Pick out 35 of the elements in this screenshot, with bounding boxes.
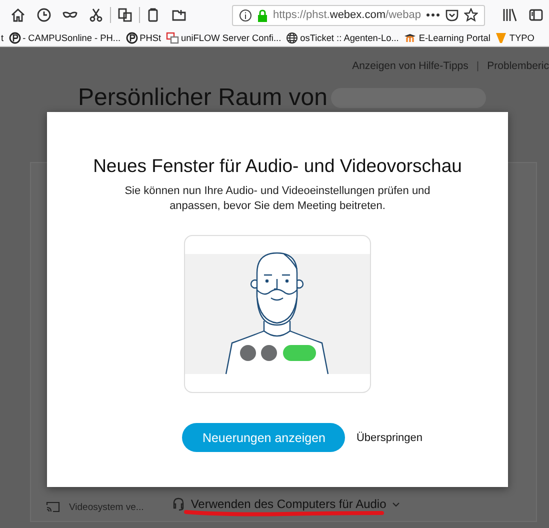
history-icon[interactable]	[36, 7, 52, 23]
url-text: https://phst.webex.com/webap	[273, 9, 421, 21]
circle-p-icon	[8, 32, 21, 44]
cut-icon[interactable]	[88, 7, 104, 23]
headset-icon	[172, 497, 185, 511]
bookmark-item[interactable]: TYPO	[494, 32, 536, 44]
chevron-down-icon	[392, 502, 400, 506]
mortarboard-icon	[404, 32, 417, 44]
bookmark-item[interactable]: osTicket :: Agenten-Lo...	[285, 32, 400, 44]
lock-icon	[257, 8, 268, 22]
circle-p-icon	[126, 32, 138, 44]
dialog-description: Sie können nun Ihre Audio- und Videoeinstellungen prüfen und anpassen, bevor Sie dem Meeting beitreten.	[124, 184, 432, 214]
cast-icon	[46, 501, 60, 513]
star-icon[interactable]	[464, 8, 478, 22]
skip-link[interactable]: Überspringen	[356, 430, 423, 446]
home-icon[interactable]	[10, 7, 26, 23]
copy-icon[interactable]	[116, 7, 132, 23]
sidebar-icon[interactable]	[528, 7, 544, 23]
bookmark-item[interactable]: t	[0, 33, 5, 43]
bookmark-item[interactable]: - CAMPUSonline - PH...	[8, 32, 122, 44]
bookmark-item[interactable]: PHSt	[124, 32, 162, 44]
bookmark-item[interactable]: E-Learning Portal	[402, 32, 492, 44]
tiles-icon	[166, 32, 180, 44]
page-title: Persönlicher Raum von	[78, 84, 328, 112]
address-bar[interactable]: https://phst.webex.com/webap	[232, 4, 485, 26]
info-icon	[239, 8, 252, 22]
dialog-title: Neues Fenster für Audio- und Videovorschau	[93, 155, 462, 177]
library-icon[interactable]	[502, 7, 518, 23]
link-divider: |	[475, 60, 480, 72]
cone-icon	[495, 32, 508, 44]
folder-icon[interactable]	[171, 7, 187, 23]
pocket-icon[interactable]	[445, 8, 459, 22]
globe-icon	[286, 32, 298, 44]
bookmark-item[interactable]: uniFLOW Server Confi...	[165, 32, 282, 44]
more-dots-icon[interactable]	[426, 13, 440, 17]
